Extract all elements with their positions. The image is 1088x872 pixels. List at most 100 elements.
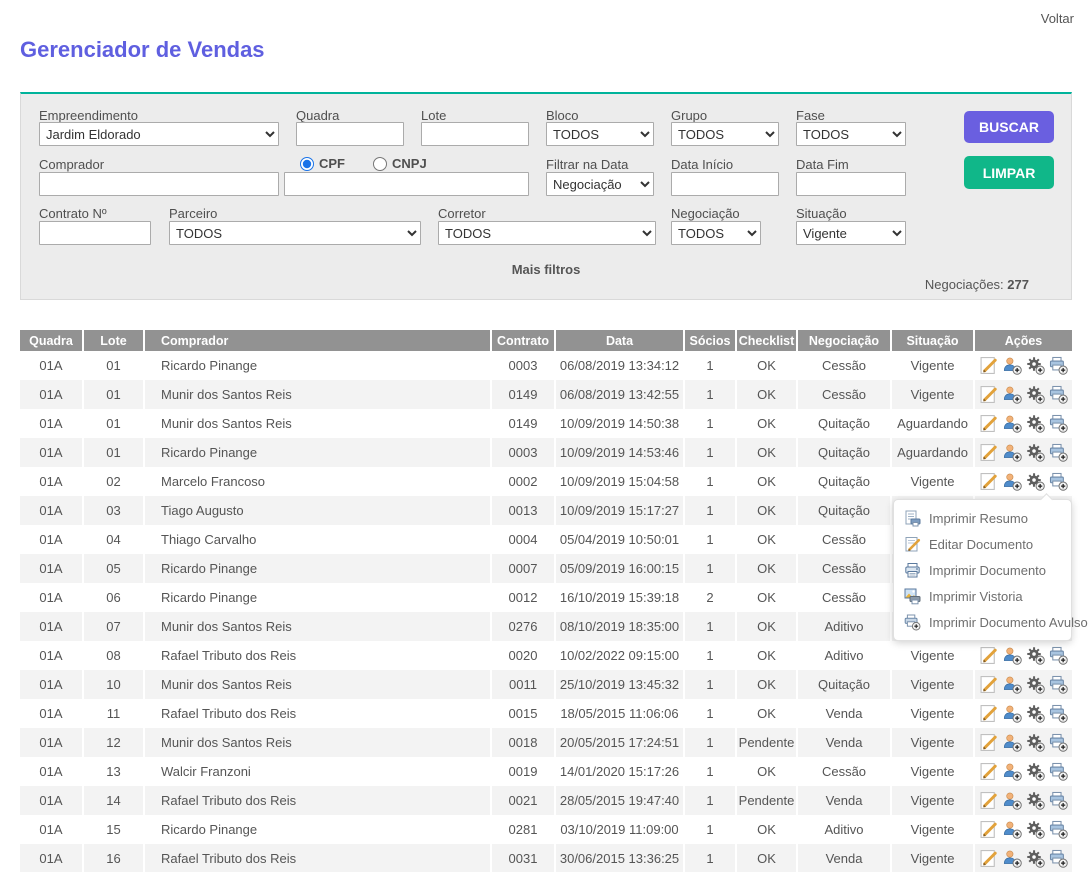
table-row: 01A11Rafael Tributo dos Reis001518/05/20… bbox=[20, 699, 1072, 728]
person-add-icon[interactable] bbox=[1003, 762, 1022, 781]
printer-add-icon[interactable] bbox=[1049, 414, 1068, 433]
gear-add-icon[interactable] bbox=[1026, 385, 1045, 404]
gear-add-icon[interactable] bbox=[1026, 762, 1045, 781]
fase-select[interactable]: TODOS bbox=[796, 122, 906, 146]
cell-checklist: OK bbox=[737, 409, 798, 438]
printer-add-icon[interactable] bbox=[1049, 762, 1068, 781]
gear-add-icon[interactable] bbox=[1026, 849, 1045, 868]
person-add-icon[interactable] bbox=[1003, 646, 1022, 665]
person-add-icon[interactable] bbox=[1003, 791, 1022, 810]
cell-situacao: Vigente bbox=[892, 757, 975, 786]
gear-add-icon[interactable] bbox=[1026, 820, 1045, 839]
cell-acoes bbox=[975, 438, 1072, 467]
cpf-radio-option[interactable]: CPF bbox=[300, 156, 345, 171]
printer-add-icon[interactable] bbox=[1049, 472, 1068, 491]
empreendimento-select[interactable]: Jardim Eldorado bbox=[39, 122, 279, 146]
menu-item-imprimir-vistoria[interactable]: Imprimir Vistoria bbox=[894, 583, 1071, 609]
limpar-button[interactable]: LIMPAR bbox=[964, 156, 1054, 189]
edit-icon[interactable] bbox=[980, 849, 999, 868]
comprador-input[interactable] bbox=[39, 172, 279, 196]
edit-icon[interactable] bbox=[980, 385, 999, 404]
printer-add-icon[interactable] bbox=[1049, 646, 1068, 665]
grupo-select[interactable]: TODOS bbox=[671, 122, 779, 146]
menu-item-editar-documento[interactable]: Editar Documento bbox=[894, 531, 1071, 557]
table-row: 01A10Munir dos Santos Reis001125/10/2019… bbox=[20, 670, 1072, 699]
table-row: 01A02Marcelo Francoso000210/09/2019 15:0… bbox=[20, 467, 1072, 496]
buscar-button[interactable]: BUSCAR bbox=[964, 111, 1054, 143]
gear-add-icon[interactable] bbox=[1026, 733, 1045, 752]
gear-add-icon[interactable] bbox=[1026, 356, 1045, 375]
table-row: 01A01Munir dos Santos Reis014906/08/2019… bbox=[20, 380, 1072, 409]
gear-add-icon[interactable] bbox=[1026, 414, 1045, 433]
edit-icon[interactable] bbox=[980, 820, 999, 839]
gear-add-icon[interactable] bbox=[1026, 675, 1045, 694]
gear-add-icon[interactable] bbox=[1026, 646, 1045, 665]
menu-item-imprimir-resumo[interactable]: Imprimir Resumo bbox=[894, 505, 1071, 531]
lote-input[interactable] bbox=[421, 122, 529, 146]
cell-acoes bbox=[975, 728, 1072, 757]
person-add-icon[interactable] bbox=[1003, 443, 1022, 462]
printer-add-icon[interactable] bbox=[1049, 443, 1068, 462]
quadra-input[interactable] bbox=[296, 122, 404, 146]
bloco-select[interactable]: TODOS bbox=[546, 122, 654, 146]
cnpj-radio[interactable] bbox=[373, 157, 387, 171]
corretor-select[interactable]: TODOS bbox=[438, 221, 656, 245]
edit-icon[interactable] bbox=[980, 733, 999, 752]
person-add-icon[interactable] bbox=[1003, 472, 1022, 491]
print-summary-icon bbox=[904, 510, 921, 527]
cpf-radio[interactable] bbox=[300, 157, 314, 171]
person-add-icon[interactable] bbox=[1003, 414, 1022, 433]
cell-data: 16/10/2019 15:39:18 bbox=[556, 583, 685, 612]
document-number-input[interactable] bbox=[284, 172, 529, 196]
menu-item-imprimir-documento[interactable]: Imprimir Documento bbox=[894, 557, 1071, 583]
edit-icon[interactable] bbox=[980, 443, 999, 462]
cnpj-radio-option[interactable]: CNPJ bbox=[373, 156, 427, 171]
data-inicio-input[interactable] bbox=[671, 172, 779, 196]
edit-icon[interactable] bbox=[980, 414, 999, 433]
cell-negociacao: Venda bbox=[798, 728, 892, 757]
fase-label: Fase bbox=[796, 108, 825, 123]
gear-add-icon[interactable] bbox=[1026, 472, 1045, 491]
cell-socios: 1 bbox=[685, 351, 737, 380]
edit-icon[interactable] bbox=[980, 646, 999, 665]
printer-add-icon[interactable] bbox=[1049, 385, 1068, 404]
printer-add-icon[interactable] bbox=[1049, 733, 1068, 752]
edit-icon[interactable] bbox=[980, 472, 999, 491]
printer-add-icon[interactable] bbox=[1049, 791, 1068, 810]
person-add-icon[interactable] bbox=[1003, 385, 1022, 404]
gear-add-icon[interactable] bbox=[1026, 791, 1045, 810]
data-fim-input[interactable] bbox=[796, 172, 906, 196]
person-add-icon[interactable] bbox=[1003, 733, 1022, 752]
person-add-icon[interactable] bbox=[1003, 820, 1022, 839]
gear-add-icon[interactable] bbox=[1026, 443, 1045, 462]
gear-add-icon[interactable] bbox=[1026, 704, 1045, 723]
cell-acoes bbox=[975, 786, 1072, 815]
printer-add-icon[interactable] bbox=[1049, 675, 1068, 694]
situacao-select[interactable]: Vigente bbox=[796, 221, 906, 245]
cnpj-radio-label: CNPJ bbox=[392, 156, 427, 171]
edit-icon[interactable] bbox=[980, 675, 999, 694]
printer-add-icon[interactable] bbox=[1049, 849, 1068, 868]
printer-add-icon[interactable] bbox=[1049, 356, 1068, 375]
printer-add-icon[interactable] bbox=[1049, 704, 1068, 723]
mais-filtros-link[interactable]: Mais filtros bbox=[21, 262, 1071, 277]
edit-icon[interactable] bbox=[980, 356, 999, 375]
print-context-menu: Imprimir ResumoEditar DocumentoImprimir … bbox=[893, 499, 1072, 641]
back-link[interactable]: Voltar bbox=[1041, 11, 1074, 26]
person-add-icon[interactable] bbox=[1003, 356, 1022, 375]
edit-icon[interactable] bbox=[980, 791, 999, 810]
menu-item-imprimir-documento-avulso[interactable]: Imprimir Documento Avulso bbox=[894, 609, 1071, 635]
edit-icon[interactable] bbox=[980, 704, 999, 723]
cell-situacao: Vigente bbox=[892, 467, 975, 496]
printer-add-icon[interactable] bbox=[1049, 820, 1068, 839]
parceiro-select[interactable]: TODOS bbox=[169, 221, 421, 245]
negociacao-select[interactable]: TODOS bbox=[671, 221, 761, 245]
contrato-input[interactable] bbox=[39, 221, 151, 245]
person-add-icon[interactable] bbox=[1003, 704, 1022, 723]
person-add-icon[interactable] bbox=[1003, 849, 1022, 868]
table-row: 01A01Ricardo Pinange000306/08/2019 13:34… bbox=[20, 351, 1072, 380]
edit-icon[interactable] bbox=[980, 762, 999, 781]
person-add-icon[interactable] bbox=[1003, 675, 1022, 694]
cell-data: 06/08/2019 13:34:12 bbox=[556, 351, 685, 380]
filtrar-na-data-select[interactable]: Negociação bbox=[546, 172, 654, 196]
